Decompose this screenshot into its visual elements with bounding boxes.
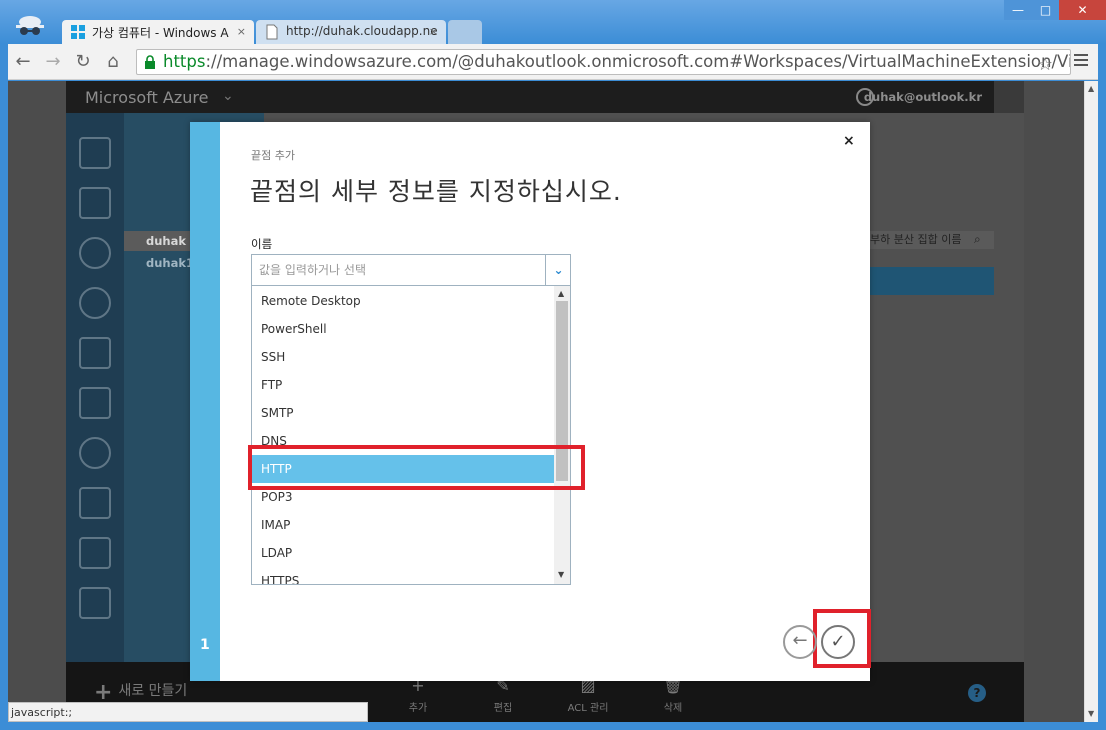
dropdown-option[interactable]: Remote Desktop (252, 287, 555, 315)
page-icon (266, 24, 278, 40)
chevron-down-icon[interactable]: ⌄ (222, 88, 234, 104)
highlight-callout (248, 445, 585, 490)
search-icon[interactable]: ⌕ (974, 232, 981, 247)
dialog-title: 끝점의 세부 정보를 지정하십시오. (250, 177, 622, 206)
visual-studio-icon[interactable] (79, 537, 111, 569)
add-command[interactable]: + 추가 (388, 676, 448, 714)
user-name[interactable]: duhak@outlook.kr (864, 90, 982, 104)
database-icon[interactable] (79, 287, 111, 319)
add-label: 추가 (408, 703, 428, 714)
sub-nav-item[interactable]: duhak1 (146, 256, 194, 270)
table-header-bar (870, 267, 994, 295)
scroll-down-icon[interactable]: ▼ (558, 570, 564, 579)
lock-icon (145, 55, 155, 69)
dropdown-option[interactable]: PowerShell (252, 315, 555, 343)
chrome-menu-icon[interactable] (1074, 54, 1088, 69)
page-viewport: Microsoft Azure ⌄ duhak@outlook.kr duhak… (8, 81, 1084, 722)
back-button[interactable]: ← (12, 51, 34, 73)
wizard-step-rail: 1 (190, 122, 220, 681)
hdinsight-icon[interactable] (79, 387, 111, 419)
delete-label: 삭제 (663, 703, 683, 714)
tab-close-icon[interactable]: × (237, 25, 246, 38)
edit-command[interactable]: ✎ 편집 (473, 676, 533, 714)
tab-azure-portal[interactable]: 가상 컴퓨터 - Windows A × (62, 20, 254, 44)
portal-header: Microsoft Azure ⌄ duhak@outlook.kr (66, 81, 1024, 113)
title-bar: 가상 컴퓨터 - Windows A × http://duhak.clouda… (0, 0, 1106, 44)
scroll-down-icon[interactable]: ▼ (1088, 709, 1094, 718)
add-endpoint-dialog: 1 × 끝점 추가 끝점의 세부 정보를 지정하십시오. 이름 ⌄ HTTPSL… (190, 122, 871, 681)
virtual-machines-icon[interactable] (79, 137, 111, 169)
acl-command[interactable]: ▨ ACL 관리 (558, 676, 618, 714)
dropdown-option[interactable]: SSH (252, 343, 555, 371)
help-icon[interactable]: ? (968, 684, 986, 702)
dropdown-option[interactable]: IMAP (252, 511, 555, 539)
address-bar[interactable]: https://manage.windowsazure.com/@duhakou… (136, 49, 1071, 75)
url-text: ://manage.windowsazure.com/@duhakoutlook… (205, 52, 1071, 71)
edit-label: 편집 (493, 703, 513, 714)
chevron-down-icon[interactable]: ⌄ (545, 255, 571, 285)
cloud-services-icon[interactable] (79, 237, 111, 269)
incognito-icon (16, 16, 44, 35)
scroll-up-icon[interactable]: ▲ (558, 289, 564, 298)
dialog-subtitle: 끝점 추가 (251, 149, 295, 162)
mobile-services-icon[interactable] (79, 187, 111, 219)
tab-title: http://duhak.cloudapp.ne (286, 24, 438, 38)
dropdown-scrollbar[interactable]: ▲ ▼ (554, 286, 570, 584)
name-combobox[interactable]: ⌄ (251, 254, 571, 286)
forward-button[interactable]: → (42, 51, 64, 73)
dropdown-option[interactable]: HTTPS (252, 567, 555, 584)
browser-window: 가상 컴퓨터 - Windows A × http://duhak.clouda… (0, 0, 1106, 730)
avatar[interactable] (994, 81, 1024, 113)
dropdown-option[interactable]: FTP (252, 371, 555, 399)
step-number: 1 (200, 637, 210, 653)
name-label: 이름 (251, 237, 273, 251)
service-bus-icon[interactable] (79, 487, 111, 519)
url-scheme: https (163, 52, 206, 71)
storage-icon[interactable] (79, 337, 111, 369)
dropdown-option[interactable]: SMTP (252, 399, 555, 427)
cache-icon[interactable] (79, 587, 111, 619)
media-services-icon[interactable] (79, 437, 111, 469)
bookmark-star-icon[interactable]: ☆ (1037, 54, 1053, 75)
scroll-up-icon[interactable]: ▲ (1088, 84, 1094, 93)
dropdown-option[interactable]: LDAP (252, 539, 555, 567)
name-input[interactable] (253, 256, 543, 284)
browser-toolbar: ← → ↻ ⌂ https://manage.windowsazure.com/… (8, 44, 1098, 80)
dialog-close-icon[interactable]: × (843, 133, 855, 149)
close-window-button[interactable]: ✕ (1059, 0, 1106, 20)
tab-close-icon[interactable]: × (429, 25, 438, 38)
windows-logo-icon (71, 25, 85, 39)
new-label: 새로 만들기 (118, 683, 188, 699)
page-scrollbar[interactable]: ▲ ▼ (1084, 81, 1098, 722)
minimize-button[interactable]: — (1004, 0, 1032, 20)
status-bubble: javascript:; (8, 702, 368, 722)
home-button[interactable]: ⌂ (102, 51, 124, 73)
portal-left-nav (66, 113, 124, 662)
back-button[interactable]: ← (783, 625, 817, 659)
new-tab-button[interactable] (448, 20, 482, 44)
ok-check-button[interactable]: ✓ (821, 625, 855, 659)
portal-brand[interactable]: Microsoft Azure (85, 88, 208, 107)
reload-button[interactable]: ↻ (72, 51, 94, 73)
delete-command[interactable]: 🗑 삭제 (643, 676, 703, 714)
tab-cloudapp[interactable]: http://duhak.cloudapp.ne × (256, 20, 446, 44)
maximize-button[interactable]: □ (1032, 0, 1059, 20)
acl-label: ACL 관리 (567, 703, 609, 714)
tab-title: 가상 컴퓨터 - Windows A (92, 26, 229, 40)
name-dropdown-list: HTTPS LDAP IMAP POP3 HTTP DNS SMTP FTP SSH PowerS… (251, 285, 571, 585)
